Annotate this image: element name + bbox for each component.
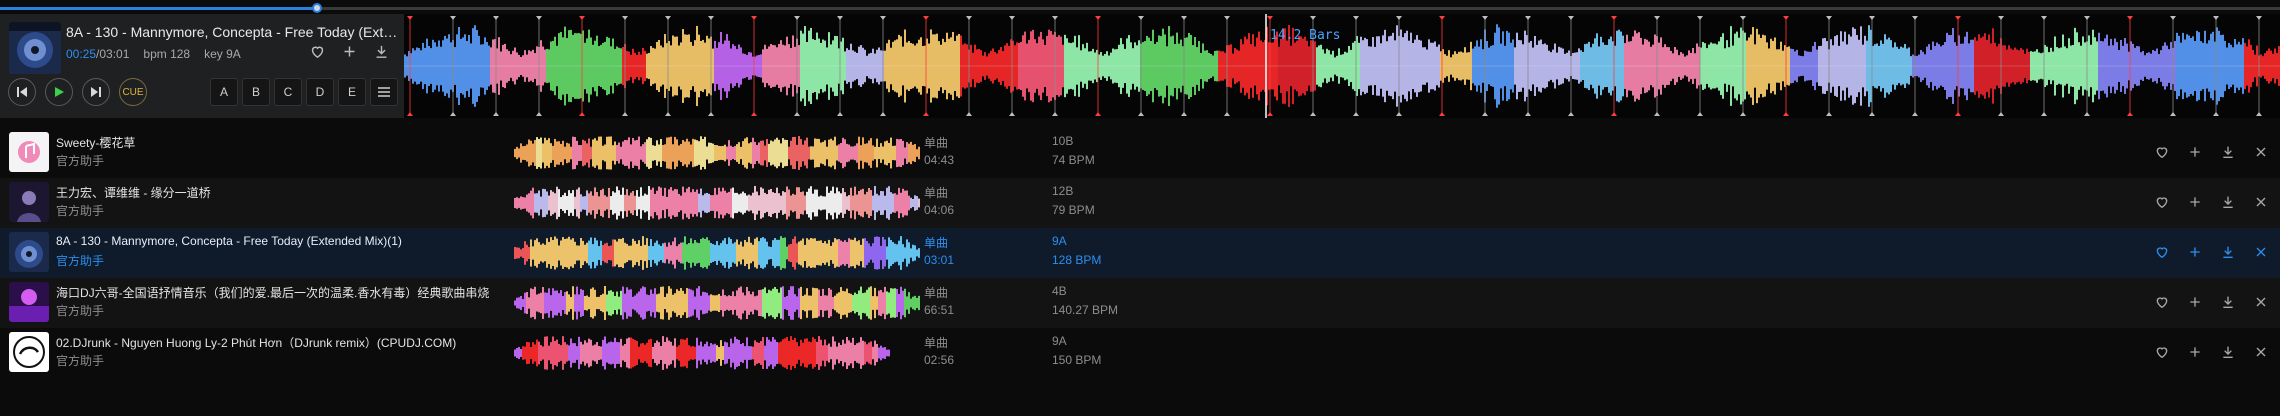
main-waveform[interactable]: 14.2 Bars: [404, 14, 2280, 118]
track-type: 单曲: [924, 136, 949, 150]
track-bpm: 128 BPM: [1052, 253, 1102, 267]
hotcue-button-a[interactable]: A: [210, 78, 238, 106]
track-type: 单曲: [924, 236, 949, 250]
favorite-heart-icon[interactable]: [2152, 242, 2172, 262]
track-artist: 官方助手: [56, 204, 105, 218]
track-bpm: 74 BPM: [1052, 153, 1095, 167]
remove-close-icon[interactable]: [2251, 192, 2271, 212]
cue-button[interactable]: CUE: [119, 78, 147, 106]
remove-close-icon[interactable]: [2251, 342, 2271, 362]
progress-handle[interactable]: [311, 3, 322, 13]
track-title: 王力宏、谭维维 - 缘分一道桥: [56, 186, 211, 200]
track-title: 海口DJ六哥-全国语抒情音乐（我们的爱.最后一次的温柔.香水有毒）经典歌曲串烧: [56, 286, 490, 300]
track-cover: [9, 232, 49, 272]
track-cover: [9, 282, 49, 322]
menu-icon[interactable]: [370, 78, 398, 106]
hotcue-button-d[interactable]: D: [306, 78, 334, 106]
favorite-heart-icon[interactable]: [2152, 192, 2172, 212]
track-type: 单曲: [924, 186, 949, 200]
favorite-heart-icon[interactable]: [2152, 142, 2172, 162]
track-artist: 官方助手: [56, 254, 105, 268]
add-plus-icon[interactable]: [338, 40, 360, 62]
hotcue-bank: ABCDE: [210, 78, 398, 106]
favorite-heart-icon[interactable]: [306, 40, 328, 62]
track-key: 10B: [1052, 134, 1074, 148]
track-waveform[interactable]: [514, 282, 920, 324]
track-type: 单曲: [924, 336, 949, 350]
track-duration: 04:06: [924, 203, 955, 217]
track-duration: 66:51: [924, 303, 955, 317]
now-playing-title: 8A - 130 - Mannymore, Concepta - Free To…: [66, 24, 402, 40]
download-icon[interactable]: [2218, 242, 2238, 262]
track-cover: [9, 182, 49, 222]
track-key: 4B: [1052, 284, 1067, 298]
remove-close-icon[interactable]: [2251, 242, 2271, 262]
download-icon[interactable]: [370, 40, 392, 62]
track-title: Sweety-樱花草: [56, 136, 136, 150]
now-playing-meta: 00:25/03:01 bpm 128 key 9A: [66, 47, 241, 61]
download-icon[interactable]: [2218, 342, 2238, 362]
track-row[interactable]: 海口DJ六哥-全国语抒情音乐（我们的爱.最后一次的温柔.香水有毒）经典歌曲串烧官…: [0, 278, 2280, 328]
track-duration: 03:01: [924, 253, 955, 267]
key-readout: key 9A: [204, 47, 241, 61]
hotcue-button-e[interactable]: E: [338, 78, 366, 106]
track-artist: 官方助手: [56, 354, 105, 368]
favorite-heart-icon[interactable]: [2152, 342, 2172, 362]
skip-next-icon[interactable]: [82, 78, 110, 106]
track-bpm: 79 BPM: [1052, 203, 1095, 217]
track-row[interactable]: 02.DJrunk - Nguyen Huong Ly-2 Phút Hơn（D…: [0, 328, 2280, 378]
play-icon[interactable]: [45, 78, 73, 106]
remove-close-icon[interactable]: [2251, 292, 2271, 312]
track-bpm: 150 BPM: [1052, 353, 1102, 367]
hotcue-button-c[interactable]: C: [274, 78, 302, 106]
track-row[interactable]: 王力宏、谭维维 - 缘分一道桥 官方助手 单曲 04:06 12B 79 BPM: [0, 178, 2280, 228]
skip-previous-icon[interactable]: [8, 78, 36, 106]
download-icon[interactable]: [2218, 192, 2238, 212]
remove-close-icon[interactable]: [2251, 142, 2271, 162]
download-icon[interactable]: [2218, 292, 2238, 312]
track-cover: [9, 332, 49, 372]
player-panel: 8A - 130 - Mannymore, Concepta - Free To…: [0, 14, 404, 118]
playback-progress-bar[interactable]: [0, 3, 2280, 13]
track-waveform[interactable]: [514, 332, 920, 374]
main-waveform-canvas[interactable]: [404, 14, 2280, 118]
track-key: 12B: [1052, 184, 1074, 198]
track-title: 02.DJrunk - Nguyen Huong Ly-2 Phút Hơn（D…: [56, 336, 457, 350]
album-cover: [9, 22, 61, 74]
track-title: 8A - 130 - Mannymore, Concepta - Free To…: [56, 234, 402, 248]
track-row[interactable]: Sweety-樱花草 官方助手 单曲 04:43 10B 74 BPM: [0, 128, 2280, 178]
track-waveform[interactable]: [514, 182, 920, 224]
track-duration: 04:43: [924, 153, 955, 167]
bars-readout: 14.2 Bars: [1270, 28, 1341, 43]
favorite-heart-icon[interactable]: [2152, 292, 2172, 312]
current-time: 00:25: [66, 47, 97, 61]
add-plus-icon[interactable]: [2185, 142, 2205, 162]
add-plus-icon[interactable]: [2185, 292, 2205, 312]
hotcue-button-b[interactable]: B: [242, 78, 270, 106]
track-artist: 官方助手: [56, 154, 105, 168]
add-plus-icon[interactable]: [2185, 242, 2205, 262]
track-waveform[interactable]: [514, 132, 920, 174]
track-key: 9A: [1052, 334, 1067, 348]
track-cover: [9, 132, 49, 172]
add-plus-icon[interactable]: [2185, 342, 2205, 362]
track-duration: 02:56: [924, 353, 955, 367]
bpm-readout: bpm 128: [143, 47, 191, 61]
track-row[interactable]: 8A - 130 - Mannymore, Concepta - Free To…: [0, 228, 2280, 278]
download-icon[interactable]: [2218, 142, 2238, 162]
track-waveform[interactable]: [514, 232, 920, 274]
track-type: 单曲: [924, 286, 949, 300]
track-artist: 官方助手: [56, 304, 105, 318]
track-key: 9A: [1052, 234, 1067, 248]
add-plus-icon[interactable]: [2185, 192, 2205, 212]
track-bpm: 140.27 BPM: [1052, 303, 1119, 317]
total-time: /03:01: [96, 47, 130, 61]
progress-fill: [0, 7, 317, 10]
